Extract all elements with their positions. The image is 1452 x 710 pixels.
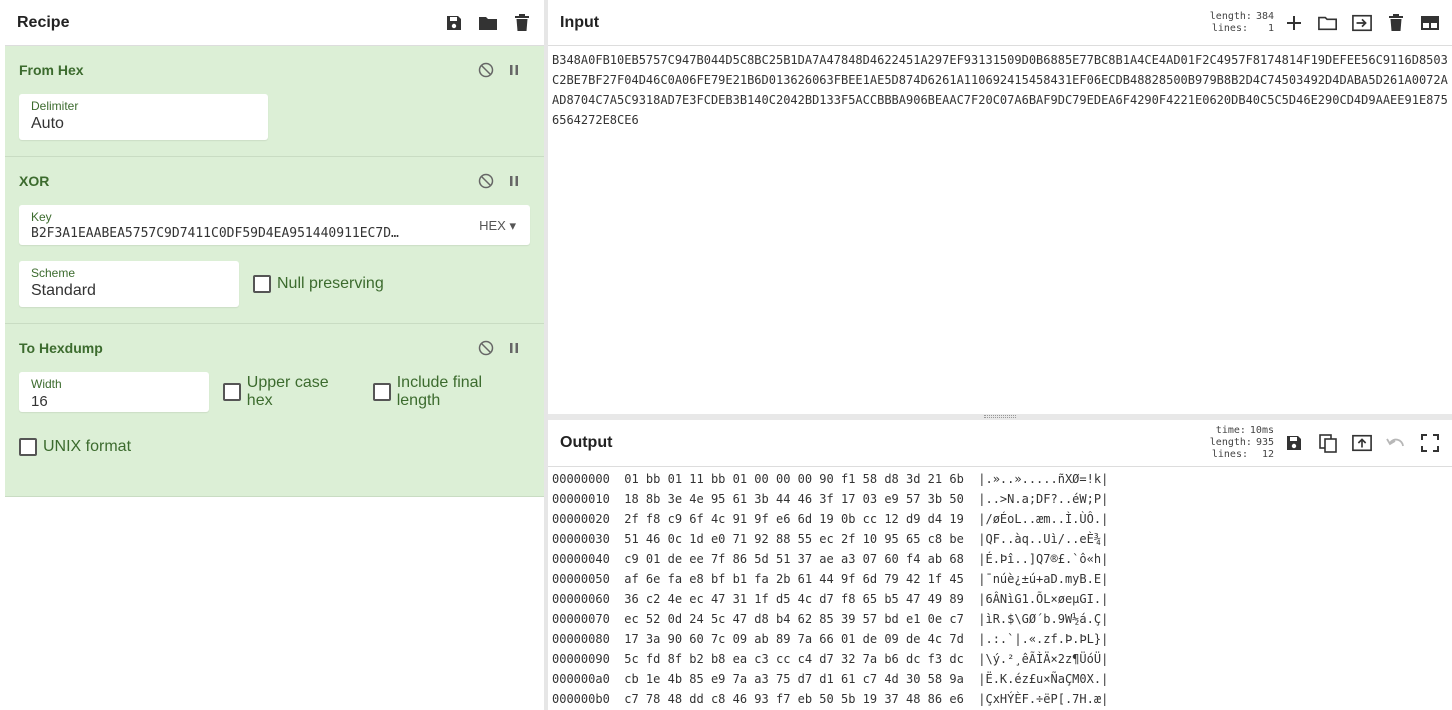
trash-icon[interactable] [1386, 13, 1406, 33]
folder-icon[interactable] [478, 13, 498, 33]
hexdump-row: 00000040 c9 01 de ee 7f 86 5d 51 37 ae a… [552, 552, 1109, 566]
save-icon[interactable] [444, 13, 464, 33]
trash-icon[interactable] [512, 13, 532, 33]
input-panel: Input length: 384 lines: 1 B348A0FB10EB575… [548, 0, 1452, 414]
field-value: Standard [31, 282, 96, 299]
hexdump-row: 00000080 17 3a 90 60 7c 09 ab 89 7a 66 0… [552, 632, 1109, 646]
stat-label: length: [1209, 437, 1252, 448]
checkbox-box[interactable] [253, 275, 271, 293]
operation-title: From Hex [19, 62, 84, 78]
output-lines: 12 [1261, 449, 1274, 460]
field-value: 16 [31, 393, 48, 410]
include-final-length-checkbox[interactable]: Include final length [372, 374, 530, 410]
hexdump-row: 00000000 01 bb 01 11 bb 01 00 00 00 90 f… [552, 472, 1109, 486]
folder-open-icon[interactable] [1318, 13, 1338, 33]
stat-label: time: [1215, 425, 1246, 436]
output-panel: Output time: 10ms length: 935 lines: 12 000… [548, 420, 1452, 710]
recipe-toolbar [444, 13, 532, 33]
unix-format-checkbox[interactable]: UNIX format [19, 438, 131, 456]
caret-down-icon: ▾ [509, 218, 516, 233]
output-stats: time: 10ms length: 935 lines: 12 [1210, 425, 1274, 461]
disable-icon[interactable] [478, 173, 494, 189]
hexdump-row: 000000a0 cb 1e 4b 85 e9 7a a3 75 d7 d1 6… [552, 672, 1109, 686]
input-length: 384 [1255, 10, 1274, 22]
hexdump-row: 00000050 af 6e fa e8 bf b1 fa 2b 61 44 9… [552, 572, 1109, 586]
field-value: Auto [31, 115, 64, 132]
stat-label: lines: [1211, 22, 1248, 34]
key-field[interactable]: Key B2F3A1EAABEA5757C9D7411C0DF59D4EA951… [19, 205, 530, 245]
operation-from-hex: From Hex Delimiter Auto [5, 46, 544, 157]
field-label: Width [31, 377, 62, 391]
field-value: B2F3A1EAABEA5757C9D7411C0DF59D4EA9514409… [31, 226, 399, 241]
recipe-panel: Recipe From Hex Delimiter Auto XOR Key B… [5, 0, 544, 710]
undo-icon[interactable] [1386, 433, 1406, 453]
checkbox-box[interactable] [222, 383, 241, 401]
checkbox-label: Upper case hex [246, 374, 329, 409]
checkbox-box[interactable] [372, 383, 391, 401]
width-field[interactable]: Width 16 [19, 372, 209, 412]
output-toolbar [1284, 433, 1440, 453]
hexdump-row: 00000010 18 8b 3e 4e 95 61 3b 44 46 3f 1… [552, 492, 1109, 506]
input-toolbar [1284, 13, 1440, 33]
dropdown-label: HEX [479, 218, 506, 233]
input-lines: 1 [1267, 22, 1274, 34]
operation-title: To Hexdump [19, 340, 103, 356]
output-title: Output [560, 434, 613, 451]
field-label: Key [31, 210, 52, 224]
disable-icon[interactable] [478, 340, 494, 356]
output-hexdump[interactable]: 00000000 01 bb 01 11 bb 01 00 00 00 90 f… [548, 467, 1452, 710]
pause-icon[interactable] [506, 340, 522, 356]
checkbox-label: Include final length [396, 374, 483, 409]
maximize-icon[interactable] [1420, 433, 1440, 453]
input-stats: length: 384 lines: 1 [1210, 11, 1274, 35]
output-length: 935 [1255, 437, 1274, 448]
hexdump-row: 00000090 5c fd 8f b2 b8 ea c3 cc c4 d7 3… [552, 652, 1109, 666]
hexdump-row: 00000070 ec 52 0d 24 5c 47 d8 b4 62 85 3… [552, 612, 1109, 626]
recipe-header: Recipe [5, 0, 544, 46]
recipe-title: Recipe [17, 13, 70, 31]
hexdump-row: 00000060 36 c2 4e ec 47 31 1f d5 4c d7 f… [552, 592, 1109, 606]
input-textarea[interactable]: B348A0FB10EB5757C947B044D5C8BC25B1DA7A47… [548, 46, 1452, 134]
disable-icon[interactable] [478, 62, 494, 78]
save-icon[interactable] [1284, 433, 1304, 453]
key-format-dropdown[interactable]: HEX ▾ [479, 218, 516, 234]
field-label: Delimiter [31, 99, 79, 113]
output-time: 10ms [1249, 425, 1274, 436]
input-title: Input [560, 13, 600, 31]
pause-icon[interactable] [506, 173, 522, 189]
plus-icon[interactable] [1284, 13, 1304, 33]
pause-icon[interactable] [506, 62, 522, 78]
upper-case-hex-checkbox[interactable]: Upper case hex [222, 374, 359, 410]
output-header: Output time: 10ms length: 935 lines: 12 [548, 420, 1452, 467]
stat-label: lines: [1211, 449, 1248, 460]
replace-input-icon[interactable] [1352, 433, 1372, 453]
layout-icon[interactable] [1420, 13, 1440, 33]
delimiter-field[interactable]: Delimiter Auto [19, 94, 268, 140]
scheme-field[interactable]: Scheme Standard [19, 261, 239, 307]
operation-xor: XOR Key B2F3A1EAABEA5757C9D7411C0DF59D4E… [5, 157, 544, 324]
checkbox-label: UNIX format [43, 438, 132, 455]
hexdump-row: 00000020 2f f8 c9 6f 4c 91 9f e6 6d 19 0… [552, 512, 1109, 526]
null-preserving-checkbox[interactable]: Null preserving [253, 275, 384, 293]
checkbox-box[interactable] [19, 438, 37, 456]
checkbox-label: Null preserving [277, 275, 384, 292]
operation-to-hexdump: To Hexdump Width 16 Upper case hex Inclu… [5, 324, 544, 497]
operation-title: XOR [19, 173, 50, 189]
field-label: Scheme [31, 266, 76, 280]
stat-label: length: [1209, 10, 1252, 22]
hexdump-row: 000000b0 c7 78 48 dd c8 46 93 f7 eb 50 5… [552, 692, 1109, 706]
splitter-grip[interactable] [984, 415, 1016, 418]
input-header: Input length: 384 lines: 1 [548, 0, 1452, 46]
copy-icon[interactable] [1318, 433, 1338, 453]
hexdump-row: 00000030 51 46 0c 1d e0 71 92 88 55 ec 2… [552, 532, 1109, 546]
import-icon[interactable] [1352, 13, 1372, 33]
